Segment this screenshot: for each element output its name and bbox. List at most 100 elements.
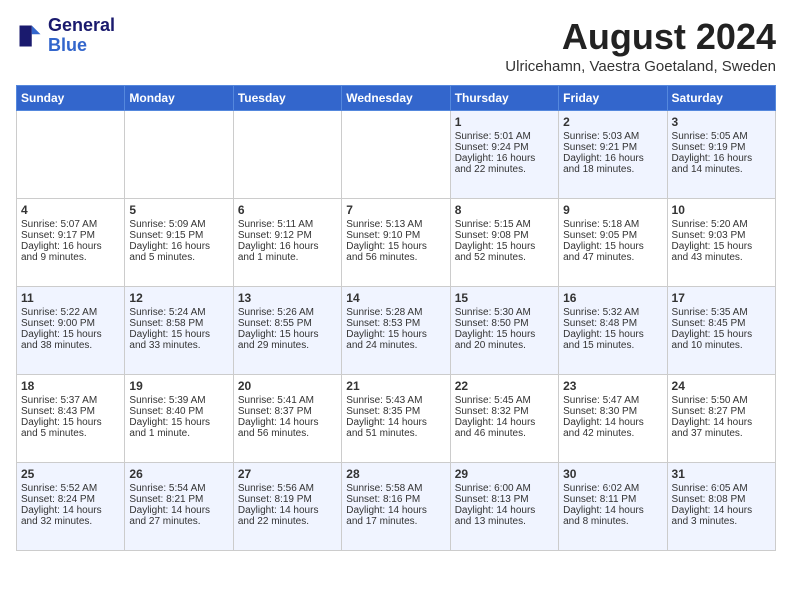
day-number: 27 (238, 467, 337, 481)
day-info: Daylight: 14 hours (346, 417, 445, 428)
calendar-table: SundayMondayTuesdayWednesdayThursdayFrid… (16, 85, 776, 551)
day-info: Sunrise: 5:54 AM (129, 483, 228, 494)
day-number: 19 (129, 379, 228, 393)
day-info: Daylight: 16 hours (455, 153, 554, 164)
day-info: Sunrise: 6:00 AM (455, 483, 554, 494)
day-number: 2 (563, 115, 662, 129)
calendar-cell: 8Sunrise: 5:15 AMSunset: 9:08 PMDaylight… (450, 199, 558, 287)
day-info: Daylight: 14 hours (672, 505, 771, 516)
day-number: 20 (238, 379, 337, 393)
calendar-cell: 15Sunrise: 5:30 AMSunset: 8:50 PMDayligh… (450, 287, 558, 375)
calendar-cell: 27Sunrise: 5:56 AMSunset: 8:19 PMDayligh… (233, 463, 341, 551)
day-number: 28 (346, 467, 445, 481)
day-info: Sunset: 9:17 PM (21, 230, 120, 241)
day-info: Sunrise: 5:15 AM (455, 219, 554, 230)
day-info: Daylight: 15 hours (563, 329, 662, 340)
day-info: and 29 minutes. (238, 340, 337, 351)
day-info: Sunset: 9:12 PM (238, 230, 337, 241)
day-number: 16 (563, 291, 662, 305)
day-info: Sunrise: 5:58 AM (346, 483, 445, 494)
logo-name: General Blue (48, 16, 115, 56)
day-number: 21 (346, 379, 445, 393)
day-info: and 37 minutes. (672, 428, 771, 439)
day-info: Sunrise: 5:52 AM (21, 483, 120, 494)
day-info: and 43 minutes. (672, 252, 771, 263)
day-info: Sunset: 8:50 PM (455, 318, 554, 329)
calendar-cell: 17Sunrise: 5:35 AMSunset: 8:45 PMDayligh… (667, 287, 775, 375)
day-info: Daylight: 15 hours (21, 417, 120, 428)
day-info: Sunrise: 5:11 AM (238, 219, 337, 230)
day-info: Sunset: 8:53 PM (346, 318, 445, 329)
day-number: 13 (238, 291, 337, 305)
calendar-cell: 10Sunrise: 5:20 AMSunset: 9:03 PMDayligh… (667, 199, 775, 287)
calendar-cell: 22Sunrise: 5:45 AMSunset: 8:32 PMDayligh… (450, 375, 558, 463)
day-info: Sunset: 8:37 PM (238, 406, 337, 417)
day-number: 8 (455, 203, 554, 217)
calendar-cell (125, 111, 233, 199)
calendar-cell: 30Sunrise: 6:02 AMSunset: 8:11 PMDayligh… (559, 463, 667, 551)
day-number: 17 (672, 291, 771, 305)
day-info: and 24 minutes. (346, 340, 445, 351)
day-info: Sunrise: 5:45 AM (455, 395, 554, 406)
calendar-cell: 7Sunrise: 5:13 AMSunset: 9:10 PMDaylight… (342, 199, 450, 287)
day-info: Sunset: 8:32 PM (455, 406, 554, 417)
logo-icon (16, 22, 44, 50)
column-header-friday: Friday (559, 86, 667, 111)
calendar-cell: 2 Sunrise: 5:03 AMSunset: 9:21 PMDaylight… (559, 111, 667, 199)
day-number: 24 (672, 379, 771, 393)
day-info: and 46 minutes. (455, 428, 554, 439)
day-info: Sunset: 9:21 PM (563, 142, 662, 153)
day-info: and 22 minutes. (455, 164, 554, 175)
day-info: Daylight: 14 hours (21, 505, 120, 516)
day-info: and 13 minutes. (455, 516, 554, 527)
day-info: Sunrise: 5:39 AM (129, 395, 228, 406)
calendar-cell: 3Sunrise: 5:05 AMSunset: 9:19 PMDaylight… (667, 111, 775, 199)
day-info: and 1 minute. (129, 428, 228, 439)
calendar-cell (342, 111, 450, 199)
day-info: Sunset: 8:30 PM (563, 406, 662, 417)
day-info: Sunset: 9:15 PM (129, 230, 228, 241)
day-info: and 3 minutes. (672, 516, 771, 527)
day-info: Daylight: 14 hours (672, 417, 771, 428)
day-info: Sunrise: 5:32 AM (563, 307, 662, 318)
calendar-cell: 31Sunrise: 6:05 AMSunset: 8:08 PMDayligh… (667, 463, 775, 551)
location-subtitle: Ulricehamn, Vaestra Goetaland, Sweden (505, 58, 776, 75)
day-info: Sunrise: 5:03 AM (563, 131, 662, 142)
day-number: 18 (21, 379, 120, 393)
day-info: Sunset: 9:00 PM (21, 318, 120, 329)
day-info: Sunset: 9:03 PM (672, 230, 771, 241)
day-info: and 1 minute. (238, 252, 337, 263)
day-info: Sunset: 8:43 PM (21, 406, 120, 417)
day-info: and 47 minutes. (563, 252, 662, 263)
day-info: Sunrise: 5:07 AM (21, 219, 120, 230)
day-number: 14 (346, 291, 445, 305)
day-info: Sunrise: 5:18 AM (563, 219, 662, 230)
day-info: and 5 minutes. (129, 252, 228, 263)
day-info: Daylight: 16 hours (563, 153, 662, 164)
day-info: Sunset: 9:10 PM (346, 230, 445, 241)
day-info: Sunrise: 5:22 AM (21, 307, 120, 318)
day-number: 29 (455, 467, 554, 481)
calendar-cell: 28Sunrise: 5:58 AMSunset: 8:16 PMDayligh… (342, 463, 450, 551)
calendar-cell: 5Sunrise: 5:09 AMSunset: 9:15 PMDaylight… (125, 199, 233, 287)
calendar-cell: 11Sunrise: 5:22 AMSunset: 9:00 PMDayligh… (17, 287, 125, 375)
day-info: Daylight: 16 hours (238, 241, 337, 252)
day-info: Sunrise: 5:30 AM (455, 307, 554, 318)
calendar-cell: 25 Sunrise: 5:52 AMSunset: 8:24 PMDayligh… (17, 463, 125, 551)
day-info: Sunset: 8:24 PM (21, 494, 120, 505)
day-number: 1 (455, 115, 554, 129)
day-info: Sunrise: 6:02 AM (563, 483, 662, 494)
calendar-cell: 21Sunrise: 5:43 AMSunset: 8:35 PMDayligh… (342, 375, 450, 463)
day-info: Daylight: 15 hours (129, 417, 228, 428)
day-info: Daylight: 14 hours (129, 505, 228, 516)
calendar-cell: 16Sunrise: 5:32 AMSunset: 8:48 PMDayligh… (559, 287, 667, 375)
day-number: 9 (563, 203, 662, 217)
day-info: Sunrise: 5:05 AM (672, 131, 771, 142)
calendar-cell: 12Sunrise: 5:24 AMSunset: 8:58 PMDayligh… (125, 287, 233, 375)
day-info: Sunset: 8:40 PM (129, 406, 228, 417)
day-info: Sunset: 8:08 PM (672, 494, 771, 505)
day-info: and 56 minutes. (346, 252, 445, 263)
day-number: 25 (21, 467, 120, 481)
day-info: Daylight: 15 hours (455, 329, 554, 340)
day-number: 5 (129, 203, 228, 217)
